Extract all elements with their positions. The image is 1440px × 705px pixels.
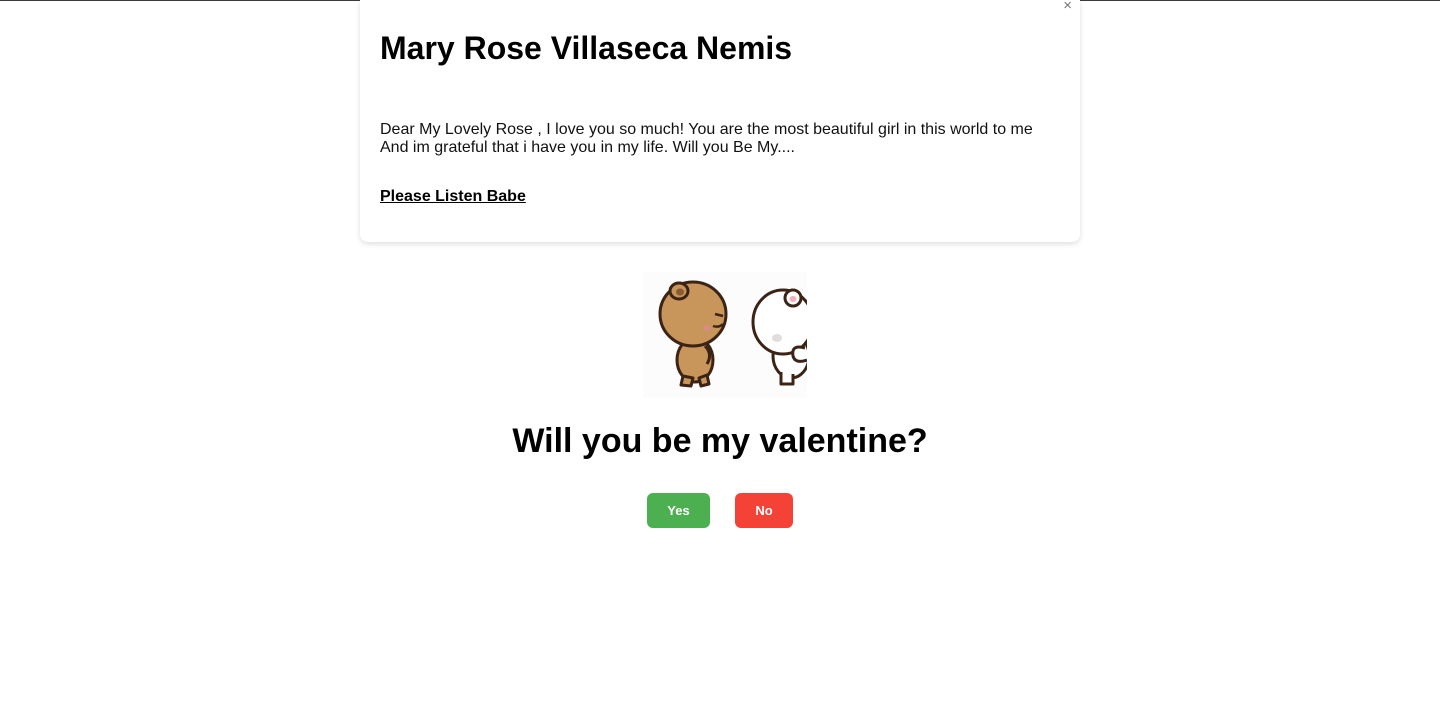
card-title: Mary Rose Villaseca Nemis [380,30,793,66]
yes-button[interactable]: Yes [647,493,710,528]
valentine-question: Will you be my valentine? [512,422,928,460]
bear-couple-icon [643,272,807,398]
letter-card: × Mary Rose Villaseca Nemis Dear My Love… [360,0,1080,242]
card-message: Dear My Lovely Rose , I love you so much… [380,121,1060,157]
close-icon[interactable]: × [1063,0,1072,13]
card-message-line1: Dear My Lovely Rose , I love you so much… [380,121,1033,138]
listen-link[interactable]: Please Listen Babe [380,188,526,206]
no-button[interactable]: No [735,493,793,528]
card-message-line2: And im grateful that i have you in my li… [380,139,795,156]
